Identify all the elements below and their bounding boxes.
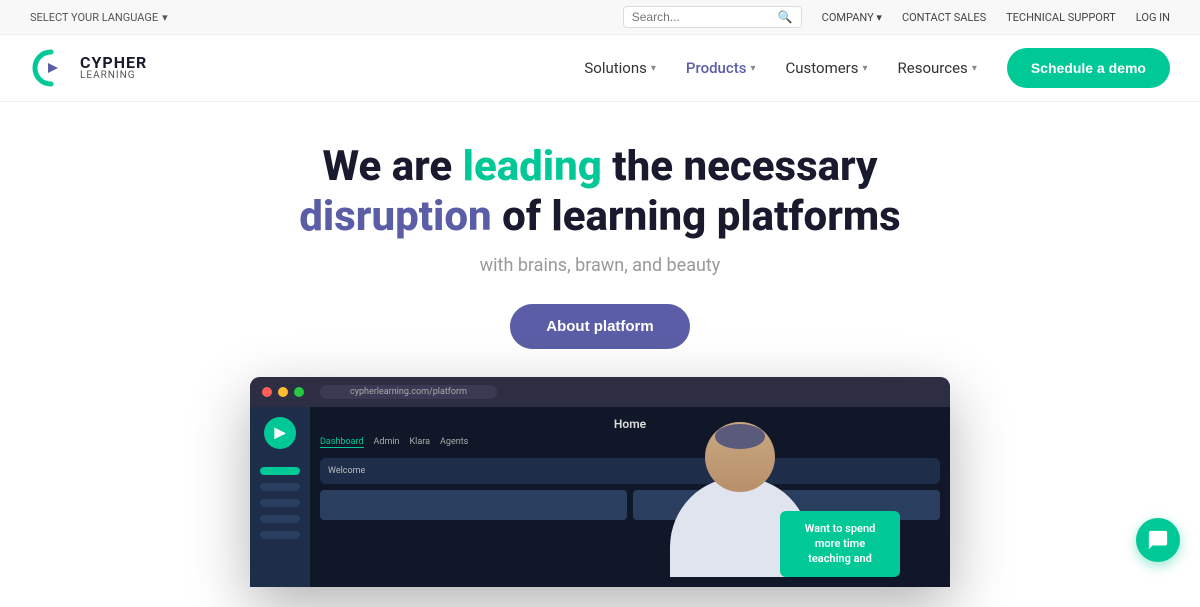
sidebar-item-extra (260, 515, 300, 523)
hero-title-prefix: We are (323, 142, 463, 191)
browser-mockup: cypherlearning.com/platform ▶ Home Da (250, 377, 950, 587)
browser-tab-dashboard: Dashboard (320, 437, 364, 448)
chat-icon (1147, 529, 1169, 551)
logo-learning: learning (80, 71, 147, 81)
browser-tab-admin: Admin (374, 437, 400, 448)
customers-menu-item[interactable]: Customers ▾ (785, 59, 867, 77)
hero-title-end: of learning platforms (492, 192, 901, 241)
browser-sidebar: ▶ (250, 407, 310, 587)
chevron-down-icon: ▾ (863, 63, 868, 74)
hero-section: We are leading the necessary disruption … (0, 102, 1200, 607)
browser-tabs: Dashboard Admin Klara Agents (320, 437, 940, 448)
solutions-menu-item[interactable]: Solutions ▾ (584, 59, 656, 77)
language-label: SELECT YOUR LANGUAGE (30, 11, 158, 24)
browser-tab-agents: Agents (440, 437, 468, 448)
login-link[interactable]: LOG IN (1136, 11, 1170, 24)
main-nav: CYPHER learning Solutions ▾ Products ▾ C… (0, 35, 1200, 102)
search-input[interactable] (632, 10, 772, 24)
language-chevron: ▾ (162, 11, 168, 24)
hero-title: We are leading the necessary disruption … (20, 142, 1180, 243)
logo[interactable]: CYPHER learning (30, 47, 147, 89)
company-nav-link[interactable]: COMPANY ▾ (822, 11, 882, 24)
browser-stat-1 (320, 490, 627, 520)
sidebar-item-goals (260, 499, 300, 507)
logo-icon (30, 47, 72, 89)
chevron-down-icon: ▾ (972, 63, 977, 74)
sidebar-logo: ▶ (264, 417, 296, 449)
language-selector[interactable]: SELECT YOUR LANGUAGE ▾ (30, 11, 168, 24)
hero-title-mid: the necessary (602, 142, 878, 191)
browser-dot-green (294, 387, 304, 397)
platform-cta-overlay: Want to spend more time teaching and (780, 511, 900, 577)
technical-support-link[interactable]: TECHNICAL SUPPORT (1006, 11, 1116, 24)
hero-title-leading: leading (463, 142, 602, 191)
top-bar: SELECT YOUR LANGUAGE ▾ 🔍 COMPANY ▾ CONTA… (0, 0, 1200, 35)
browser-bar: cypherlearning.com/platform (250, 377, 950, 407)
products-menu-item[interactable]: Products ▾ (686, 59, 756, 77)
sidebar-item-trusts (260, 467, 300, 475)
browser-content: ▶ Home Dashboard Admin Klara Agents (250, 407, 950, 587)
schedule-demo-button[interactable]: Schedule a demo (1007, 48, 1170, 88)
browser-tab-klara: Klara (410, 437, 431, 448)
logo-text: CYPHER learning (80, 55, 147, 81)
browser-dot-red (262, 387, 272, 397)
sidebar-item-groups (260, 483, 300, 491)
resources-menu-item[interactable]: Resources ▾ (898, 59, 977, 77)
hero-title-disruption: disruption (299, 192, 491, 241)
chevron-down-icon: ▾ (651, 63, 656, 74)
about-platform-button[interactable]: About platform (510, 304, 689, 349)
person-hair (715, 424, 765, 449)
contact-sales-link[interactable]: CONTACT SALES (902, 11, 986, 24)
chat-widget[interactable] (1136, 518, 1180, 562)
browser-home-label: Home (320, 417, 940, 431)
browser-welcome-card: Welcome (320, 458, 940, 484)
logo-cypher: CYPHER (80, 55, 147, 71)
sidebar-item-extra2 (260, 531, 300, 539)
search-wrapper: 🔍 (623, 6, 802, 28)
platform-preview: cypherlearning.com/platform ▶ Home Da (250, 377, 950, 587)
search-icon: 🔍 (778, 10, 793, 24)
person-head (705, 422, 775, 492)
main-menu: Solutions ▾ Products ▾ Customers ▾ Resou… (584, 48, 1170, 88)
browser-welcome-text: Welcome (328, 466, 365, 476)
hero-subtitle: with brains, brawn, and beauty (20, 255, 1180, 276)
chevron-down-icon: ▾ (750, 63, 755, 74)
browser-dot-yellow (278, 387, 288, 397)
top-bar-right: 🔍 COMPANY ▾ CONTACT SALES TECHNICAL SUPP… (623, 6, 1170, 28)
browser-url-bar: cypherlearning.com/platform (320, 385, 497, 399)
